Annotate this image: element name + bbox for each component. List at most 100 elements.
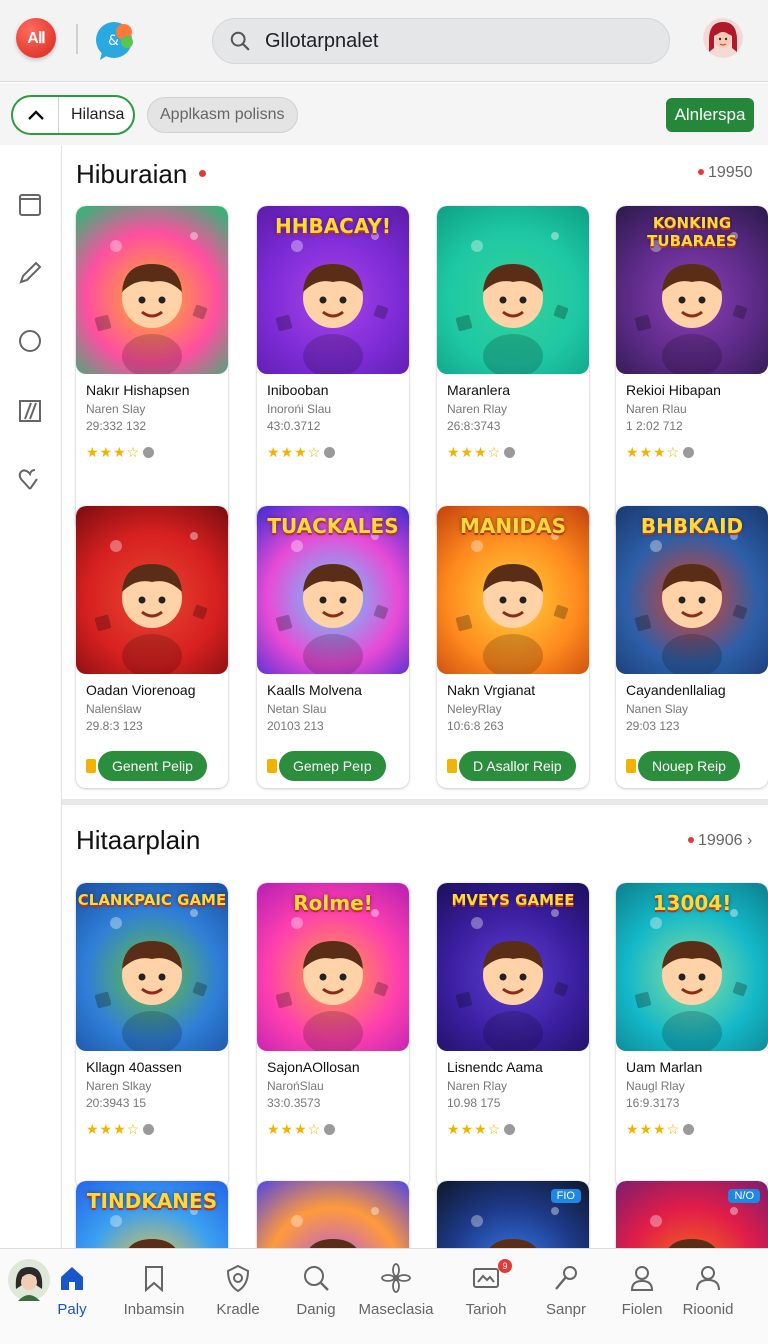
game-thumbnail[interactable]: FIO [437,1181,589,1248]
play-button[interactable]: Gemep Peıp [279,751,386,781]
shield-icon [226,1264,250,1293]
chat-app-icon[interactable]: & [94,18,138,62]
game-stats: 10:6:8 263 [447,719,504,733]
nav-item-inbamsin[interactable]: Inbamsin [114,1249,194,1344]
category-chip-selected[interactable]: Hilansa [11,95,135,135]
user-avatar[interactable] [703,18,743,58]
game-thumbnail[interactable]: TINDKANES [76,1181,228,1248]
game-thumbnail[interactable]: N/O [616,1181,768,1248]
game-stats: 29.8:3 123 [86,719,143,733]
game-thumbnail[interactable]: MANIDAS [437,506,589,674]
game-thumbnail[interactable]: 13004! [616,883,768,1051]
app-logo[interactable]: AⅡ [16,18,56,58]
nav-item-paly[interactable]: Paly [32,1249,112,1344]
play-button[interactable]: Genent Pelip [98,751,207,781]
section-count[interactable]: 19950 [708,164,753,182]
game-developer: Netan Slau [267,702,327,716]
nav-item-rioonid[interactable]: Rioonid [668,1249,748,1344]
section-count[interactable]: 19906 › [698,832,752,850]
game-developer: Naren Rlay [447,402,508,416]
game-stats: 43:0.3712 [267,419,321,433]
person-icon [630,1266,654,1291]
pencil-icon[interactable] [16,259,44,287]
game-card[interactable]: N/O [616,1181,768,1248]
search-bar[interactable] [212,18,670,64]
game-thumbnail[interactable] [257,1181,409,1248]
action-button[interactable]: Alnlerspa [666,98,754,132]
game-card[interactable]: CLANKPAIC GAME Kllagn 40assen Naren Slkay 2… [76,883,228,1189]
chevron-up-icon[interactable] [13,97,59,133]
game-thumbnail[interactable]: BHBKAID [616,506,768,674]
nav-label: Maseclasia [358,1301,434,1318]
play-button[interactable]: Nouep Reip [638,751,740,781]
microphone-icon [555,1266,577,1290]
game-card[interactable]: BHBKAID Cayandenllaliag Nanen Slay 29:03 12… [616,506,768,788]
game-title: SajonAOllosan [267,1059,360,1075]
section-separator [62,799,768,805]
character-illustration [94,232,208,374]
nav-item-tarioh[interactable]: Tarioh 9 [446,1249,526,1344]
thumbnail-title-art: TUACKALES [267,514,399,538]
game-card[interactable]: Rolme! SajonAOllosan NarońSlau 33:0.3573 ★★★… [257,883,409,1189]
game-title: Kllagn 40assen [86,1059,182,1075]
thumbnail-title-art: TINDKANES [86,1189,218,1213]
divider [76,24,78,54]
nav-item-maseclasia[interactable]: Maseclasia [356,1249,436,1344]
game-thumbnail[interactable]: HHBACAY! [257,206,409,374]
search-input[interactable] [265,29,645,53]
game-developer: Nalenślaw [86,702,142,716]
slash-box-icon[interactable] [16,397,44,425]
game-thumbnail[interactable]: MVEYS GAMEE [437,883,589,1051]
rating-stars: ★★★☆ [86,444,155,461]
rating-dot [683,1124,695,1135]
game-card[interactable]: HHBACAY! Inibooban Inorońi Slau 43:0.3712 ★★… [257,206,409,532]
bookmark-tag-icon [86,759,96,773]
game-thumbnail[interactable]: TUACKALES [257,506,409,674]
chip-label: Hilansa [71,106,125,123]
game-card[interactable]: KONKING TUBARAES Rekioi Hibapan Naren Rlau… [616,206,768,532]
game-developer: Naugl Rlay [626,1079,685,1093]
game-card[interactable]: MANIDAS Nakn Vrgianat NeleyRlay 10:6:8 263 D… [437,506,589,788]
game-thumbnail[interactable]: CLANKPAIC GAME [76,883,228,1051]
bookmark-tag-icon [447,759,457,773]
rating-stars: ★★★☆ [626,1121,695,1138]
play-button[interactable]: D Asallor Reip [459,751,576,781]
game-thumbnail[interactable]: KONKING TUBARAES [616,206,768,374]
search-icon [230,31,250,51]
game-card[interactable] [257,1181,409,1248]
category-chip[interactable]: Applkasm polisns [147,97,298,133]
rating-stars: ★★★☆ [447,1121,516,1138]
tablet-icon[interactable] [16,191,44,219]
inbox-icon [473,1268,499,1288]
thumbnail-title-art: HHBACAY! [274,214,392,238]
heart-icon[interactable] [16,465,44,493]
game-developer: Nanen Slay [626,702,689,716]
game-stats: 29:332 132 [86,419,147,433]
thumbnail-title-art: KONKING TUBARAES [647,214,737,250]
game-card[interactable]: Maranlera Naren Rlay 26:8:3743 ★★★☆ [437,206,589,532]
game-thumbnail[interactable]: Rolme! [257,883,409,1051]
game-developer: Naren Slay [86,402,146,416]
game-thumbnail[interactable] [437,206,589,374]
nav-item-sanpr[interactable]: Sanpr [526,1249,606,1344]
section-title: Hitaarplain [76,825,201,855]
profile-icon [696,1266,720,1291]
nav-item-danig[interactable]: Danig [276,1249,356,1344]
game-card[interactable]: MVEYS GAMEE Lisnendc Aama Naren Rlay 10.98 … [437,883,589,1189]
svg-text:&: & [108,33,119,49]
nav-label: Kradle [216,1301,260,1318]
bookmark-tag-icon [626,759,636,773]
thumbnail-title-art: 13004! [652,891,732,915]
game-card[interactable]: Nakır Hishapsen Naren Slay 29:332 132 ★★★☆ [76,206,228,532]
game-card[interactable]: TUACKALES Kaalls Molvena Netan Slau 20103 2… [257,506,409,788]
game-thumbnail[interactable] [76,206,228,374]
thumbnail-title-art: Rolme! [293,891,373,915]
game-card[interactable]: TINDKANES [76,1181,228,1248]
game-card[interactable]: FIO [437,1181,589,1248]
nav-item-kradle[interactable]: Kradle [198,1249,278,1344]
circle-icon[interactable] [16,327,44,355]
game-card[interactable]: Oadan Viorenoag Nalenślaw 29.8:3 123 Genent… [76,506,228,788]
game-thumbnail[interactable] [76,506,228,674]
game-card[interactable]: 13004! Uam Marlan Naugl Rlay 16:9.3173 ★★★☆ [616,883,768,1189]
nav-label: Danig [296,1301,336,1318]
